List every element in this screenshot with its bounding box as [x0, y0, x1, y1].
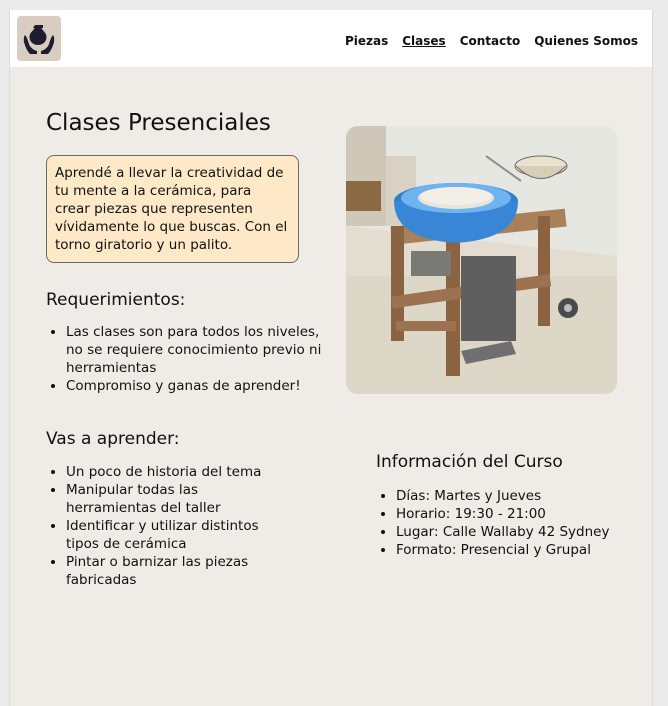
list-item: Las clases son para todos los niveles, n… — [66, 323, 328, 377]
list-item: Horario: 19:30 - 21:00 — [396, 505, 626, 523]
learn-heading: Vas a aprender: — [46, 429, 180, 449]
requirements-heading: Requerimientos: — [46, 290, 186, 310]
page: Piezas Clases Contacto Quienes Somos Cla… — [9, 10, 653, 706]
list-item: Formato: Presencial y Grupal — [396, 541, 626, 559]
pottery-vase-hands-icon — [23, 24, 55, 54]
learn-list: Un poco de historia del tema Manipular t… — [46, 463, 266, 589]
nav-item-contacto[interactable]: Contacto — [460, 34, 521, 48]
requirements-list: Las clases son para todos los niveles, n… — [46, 323, 328, 395]
logo[interactable] — [17, 16, 61, 61]
list-item: Compromiso y ganas de aprender! — [66, 377, 328, 395]
list-item: Un poco de historia del tema — [66, 463, 266, 481]
nav-item-clases[interactable]: Clases — [402, 34, 445, 48]
list-item: Lugar: Calle Wallaby 42 Sydney — [396, 523, 626, 541]
nav-item-quienes-somos[interactable]: Quienes Somos — [534, 34, 638, 48]
page-title: Clases Presenciales — [46, 110, 271, 136]
list-item: Días: Martes y Jueves — [396, 487, 626, 505]
course-info-list: Días: Martes y Jueves Horario: 19:30 - 2… — [376, 487, 626, 559]
intro-box: Aprendé a llevar la creatividad de tu me… — [46, 155, 299, 263]
list-item: Manipular todas las herramientas del tal… — [66, 481, 266, 517]
main-nav: Piezas Clases Contacto Quienes Somos — [345, 34, 638, 48]
list-item: Pintar o barnizar las piezas fabricadas — [66, 553, 266, 589]
header: Piezas Clases Contacto Quienes Somos — [10, 10, 652, 67]
pottery-wheel-photo — [346, 126, 617, 394]
course-info-heading: Información del Curso — [376, 452, 563, 472]
nav-item-piezas[interactable]: Piezas — [345, 34, 388, 48]
list-item: Identificar y utilizar distintos tipos d… — [66, 517, 266, 553]
